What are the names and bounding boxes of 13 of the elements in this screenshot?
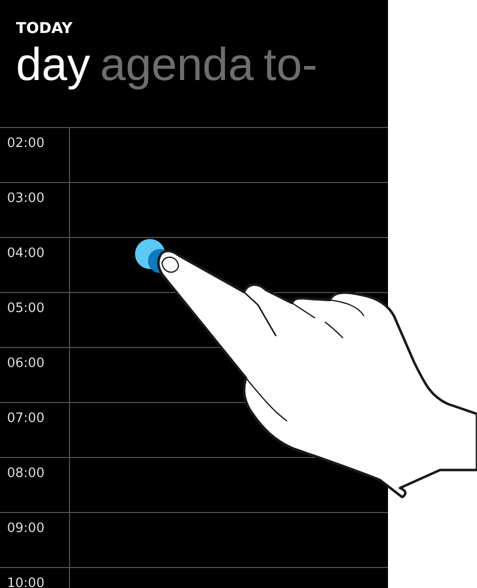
pivot-tab[interactable]: to-: [264, 37, 318, 91]
pivot-tab[interactable]: day: [16, 37, 90, 91]
pivot-tab[interactable]: agenda: [100, 37, 254, 91]
hour-label: 07:00: [0, 403, 70, 457]
hour-label: 05:00: [0, 293, 70, 347]
hour-label: 10:00: [0, 568, 70, 588]
date-title: TODAY: [16, 19, 72, 37]
hour-label: 08:00: [0, 458, 70, 512]
hour-label: 09:00: [0, 513, 70, 567]
hour-label: 06:00: [0, 348, 70, 402]
hour-label: 04:00: [0, 238, 70, 292]
hour-label: 02:00: [0, 128, 70, 182]
hour-label: 03:00: [0, 183, 70, 237]
